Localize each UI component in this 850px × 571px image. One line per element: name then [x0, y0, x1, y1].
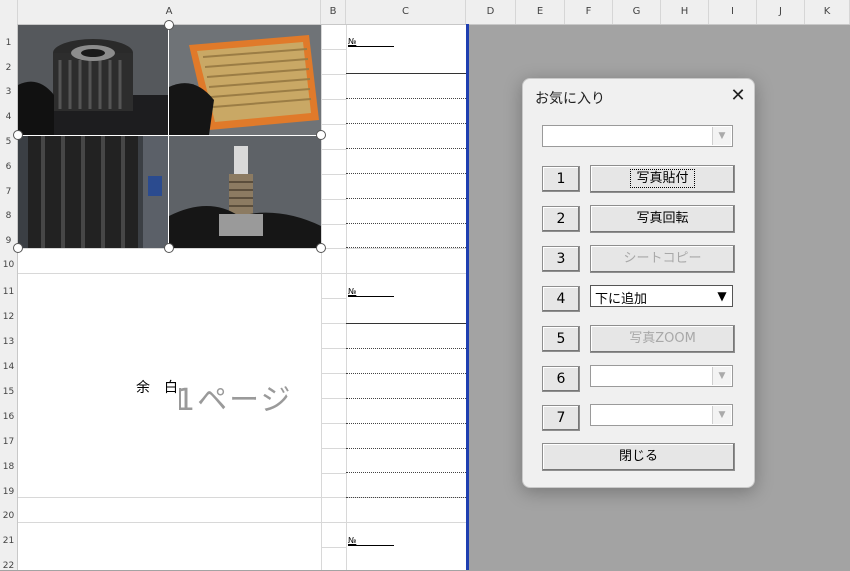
column-header-e[interactable]: E [516, 0, 565, 24]
page-number-label: 1ページ [176, 383, 293, 418]
photo-zoom-button[interactable]: 写真ZOOM [590, 325, 735, 353]
add-below-select[interactable]: 下に追加 ▼ [590, 285, 733, 307]
sheet-copy-button[interactable]: シートコピー [590, 245, 735, 273]
row-header[interactable]: 1 [0, 38, 17, 48]
air-filter-photo[interactable] [169, 25, 321, 135]
row-header[interactable]: 17 [0, 437, 17, 447]
rotate-photo-button[interactable]: 写真回転 [590, 205, 735, 233]
chevron-down-icon[interactable]: ▼ [712, 367, 731, 385]
row-header[interactable]: 20 [0, 511, 17, 521]
column-header-c[interactable]: C [346, 0, 466, 24]
number-button-7[interactable]: 7 [542, 405, 580, 431]
row-header-bar: 1 2 3 4 5 6 7 8 9 10 11 12 13 14 15 16 1… [0, 24, 18, 571]
number-button-4[interactable]: 4 [542, 286, 580, 312]
column-header-j[interactable]: J [757, 0, 805, 24]
chevron-down-icon[interactable]: ▼ [712, 406, 731, 424]
row-header[interactable]: 10 [0, 260, 17, 270]
row-header[interactable]: 21 [0, 536, 17, 546]
row-header[interactable]: 12 [0, 312, 17, 322]
row-header[interactable]: 19 [0, 487, 17, 497]
close-button[interactable]: 閉じる [542, 443, 735, 471]
number-label: № [348, 37, 357, 46]
resize-handle[interactable] [13, 243, 23, 253]
paste-photo-label: 写真貼付 [630, 169, 695, 188]
resize-handle[interactable] [164, 243, 174, 253]
add-below-value: 下に追加 [595, 292, 648, 307]
column-header-b[interactable]: B [321, 0, 346, 24]
number-label: № [348, 287, 357, 296]
text-cursor [179, 388, 181, 410]
chevron-down-icon[interactable]: ▼ [712, 127, 731, 145]
resize-handle[interactable] [13, 130, 23, 140]
number-label: № [348, 536, 357, 545]
slot-6-select[interactable]: ▼ [590, 365, 733, 387]
tire-photo[interactable] [18, 136, 168, 248]
number-button-2[interactable]: 2 [542, 206, 580, 232]
resize-handle[interactable] [316, 243, 326, 253]
column-header-g[interactable]: G [613, 0, 661, 24]
favorites-select[interactable]: ▼ [542, 125, 733, 147]
dialog-title: お気に入り [535, 91, 605, 107]
row-header[interactable]: 13 [0, 337, 17, 347]
column-header-i[interactable]: I [709, 0, 757, 24]
row-header[interactable]: 16 [0, 412, 17, 422]
chevron-down-icon[interactable]: ▼ [713, 287, 731, 305]
margin-label: 余 白 [136, 380, 178, 396]
column-header-bar: A B C D E F G H I J K [0, 0, 850, 25]
column-header-k[interactable]: K [805, 0, 850, 24]
row-header[interactable]: 4 [0, 112, 17, 122]
row-header[interactable]: 6 [0, 162, 17, 172]
row-header[interactable]: 18 [0, 462, 17, 472]
row-header[interactable]: 2 [0, 63, 17, 73]
number-button-1[interactable]: 1 [542, 166, 580, 192]
oil-filter-photo[interactable] [18, 25, 168, 135]
page-break-line [466, 24, 469, 570]
row-header[interactable]: 3 [0, 87, 17, 97]
resize-handle[interactable] [316, 130, 326, 140]
row-header[interactable]: 15 [0, 387, 17, 397]
column-header-h[interactable]: H [661, 0, 709, 24]
number-button-6[interactable]: 6 [542, 366, 580, 392]
row-header[interactable]: 8 [0, 211, 17, 221]
paste-photo-button[interactable]: 写真貼付 [590, 165, 735, 193]
number-button-5[interactable]: 5 [542, 326, 580, 352]
number-button-3[interactable]: 3 [542, 246, 580, 272]
select-all-corner[interactable] [0, 0, 18, 24]
spark-plug-photo[interactable] [169, 136, 321, 248]
resize-handle[interactable] [164, 20, 174, 30]
row-header[interactable]: 7 [0, 187, 17, 197]
column-header-d[interactable]: D [466, 0, 516, 24]
column-header-f[interactable]: F [565, 0, 613, 24]
slot-7-select[interactable]: ▼ [590, 404, 733, 426]
row-header[interactable]: 14 [0, 362, 17, 372]
close-icon[interactable]: ✕ [727, 85, 749, 107]
row-header[interactable]: 11 [0, 287, 17, 297]
